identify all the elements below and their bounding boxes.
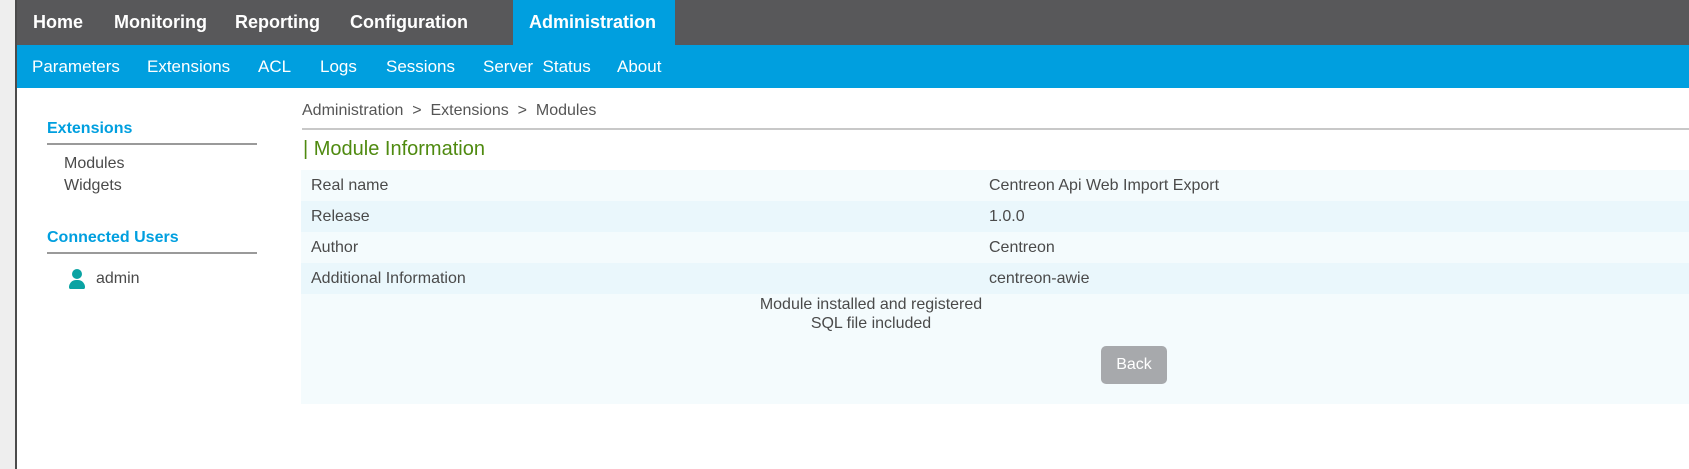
top-menu-administration[interactable]: Administration bbox=[513, 0, 675, 45]
breadcrumb-separator: > bbox=[412, 102, 422, 119]
breadcrumb-extensions[interactable]: Extensions bbox=[431, 102, 509, 119]
app-window: Home Monitoring Reporting Configuration … bbox=[0, 0, 1689, 469]
user-icon bbox=[69, 269, 85, 289]
row-label-additional-information: Additional Information bbox=[311, 270, 466, 287]
sidebar-extensions-title: Extensions bbox=[47, 120, 257, 145]
row-value-additional-information: centreon-awie bbox=[989, 270, 1090, 287]
row-label-author: Author bbox=[311, 239, 359, 256]
sidebar-item-widgets[interactable]: Widgets bbox=[64, 177, 122, 195]
sub-menu-sessions[interactable]: Sessions bbox=[386, 45, 455, 88]
sub-menu-logs[interactable]: Logs bbox=[320, 45, 357, 88]
table-row: Additional Information centreon-awie bbox=[301, 263, 1689, 294]
sidebar-item-modules[interactable]: Modules bbox=[64, 155, 124, 173]
back-button[interactable]: Back bbox=[1101, 346, 1167, 384]
sidebar: Extensions Modules Widgets Connected Use… bbox=[17, 88, 297, 469]
row-value-real-name: Centreon Api Web Import Export bbox=[989, 177, 1220, 194]
connected-user-name: admin bbox=[96, 270, 140, 287]
sub-menu-acl[interactable]: ACL bbox=[258, 45, 291, 88]
sub-menu-server-status[interactable]: Server Status bbox=[483, 45, 591, 88]
window-left-edge bbox=[0, 0, 17, 469]
breadcrumb-modules[interactable]: Modules bbox=[536, 102, 596, 119]
top-menu-configuration[interactable]: Configuration bbox=[334, 0, 484, 45]
connected-user-row[interactable]: admin bbox=[69, 268, 140, 290]
page-title: | Module Information bbox=[303, 138, 485, 160]
table-row: Release 1.0.0 bbox=[301, 201, 1689, 232]
breadcrumb-administration[interactable]: Administration bbox=[302, 102, 403, 119]
row-label-real-name: Real name bbox=[311, 177, 389, 194]
row-value-release: 1.0.0 bbox=[989, 208, 1025, 225]
table-row: Real name Centreon Api Web Import Export bbox=[301, 170, 1689, 201]
row-label-release: Release bbox=[311, 208, 370, 225]
top-menu-monitoring[interactable]: Monitoring bbox=[98, 0, 219, 45]
status-sql-file: SQL file included bbox=[810, 315, 932, 332]
table-row: Author Centreon bbox=[301, 232, 1689, 263]
sidebar-connected-users-title: Connected Users bbox=[47, 229, 257, 254]
row-value-author: Centreon bbox=[989, 239, 1055, 256]
breadcrumb: Administration > Extensions > Modules bbox=[302, 102, 1689, 130]
top-menu-home[interactable]: Home bbox=[17, 0, 98, 45]
module-info-table: Real name Centreon Api Web Import Export… bbox=[301, 170, 1689, 404]
sub-menu: Parameters Extensions ACL Logs Sessions … bbox=[17, 45, 1689, 88]
page: Home Monitoring Reporting Configuration … bbox=[17, 0, 1689, 469]
top-menu: Home Monitoring Reporting Configuration … bbox=[17, 0, 1689, 45]
sub-menu-parameters[interactable]: Parameters bbox=[32, 45, 120, 88]
sub-menu-extensions[interactable]: Extensions bbox=[147, 45, 230, 88]
module-status-block: Module installed and registered SQL file… bbox=[301, 294, 1689, 404]
breadcrumb-separator: > bbox=[517, 102, 527, 119]
top-menu-reporting[interactable]: Reporting bbox=[219, 0, 334, 45]
status-installed: Module installed and registered bbox=[759, 296, 983, 313]
sub-menu-about[interactable]: About bbox=[617, 45, 661, 88]
